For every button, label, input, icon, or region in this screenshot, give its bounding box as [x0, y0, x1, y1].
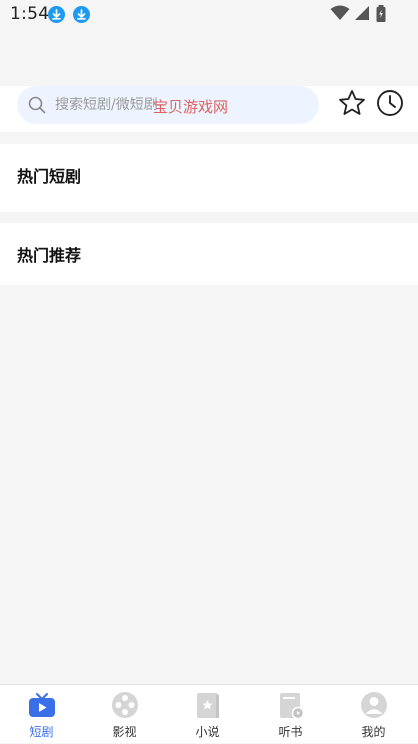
tab-movies[interactable]: 影视 — [83, 685, 166, 744]
tab-label: 听书 — [278, 725, 303, 739]
search-box[interactable]: 宝贝游戏网 — [17, 86, 319, 124]
favorites-button[interactable] — [337, 88, 367, 118]
section-title-hot-recommend: 热门推荐 — [17, 246, 82, 265]
download-icon — [48, 6, 65, 23]
battery-icon — [376, 5, 386, 22]
tab-audiobooks[interactable]: 听书 — [249, 685, 332, 744]
tab-label: 影视 — [112, 725, 137, 739]
clock-icon — [377, 90, 403, 116]
tab-label: 小说 — [195, 725, 220, 739]
search-icon — [28, 96, 46, 114]
audiobook-icon — [280, 693, 305, 719]
download-icon — [73, 6, 90, 23]
tab-label: 我的 — [361, 725, 386, 739]
signal-icon — [355, 6, 369, 20]
history-button[interactable] — [375, 88, 405, 118]
user-icon — [361, 692, 387, 718]
tv-icon — [29, 693, 55, 717]
tab-short-drama[interactable]: 短剧 — [0, 685, 83, 744]
wifi-icon — [330, 5, 350, 20]
search-input[interactable] — [55, 86, 310, 124]
book-icon — [197, 693, 219, 718]
hot-drama-section: 热门短剧 — [0, 144, 418, 212]
status-bar: 1:54 — [0, 0, 418, 30]
tab-profile[interactable]: 我的 — [332, 685, 415, 744]
tab-label: 短剧 — [29, 725, 54, 739]
search-header: 宝贝游戏网 — [0, 86, 418, 132]
hot-recommend-section: 热门推荐 — [0, 223, 418, 285]
status-time: 1:54 — [10, 4, 50, 24]
tab-novels[interactable]: 小说 — [166, 685, 249, 744]
section-title-hot-drama: 热门短剧 — [17, 167, 82, 186]
star-icon — [339, 90, 365, 115]
bottom-tab-bar: 短剧 影视 小说 听书 我的 — [0, 684, 418, 743]
film-reel-icon — [112, 692, 138, 718]
